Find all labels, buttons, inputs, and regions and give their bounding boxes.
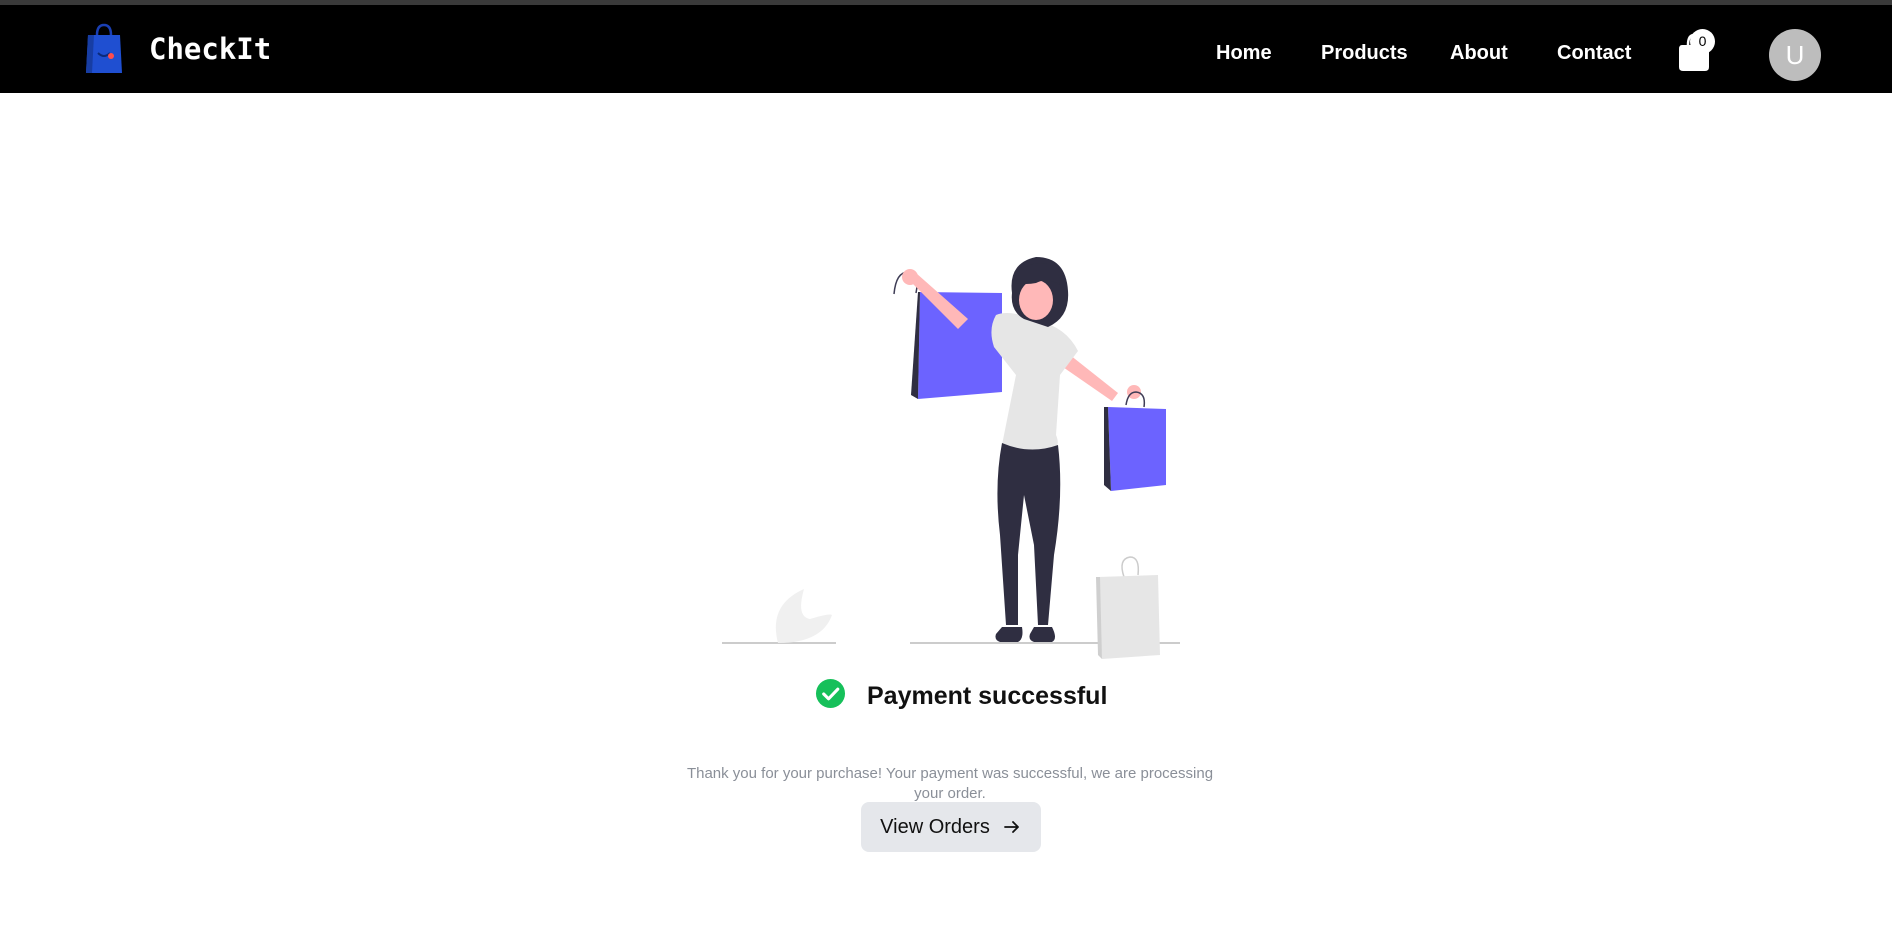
nav-home[interactable]: Home [1216,41,1272,65]
arrow-right-icon [1003,821,1019,833]
view-orders-label: View Orders [880,815,990,838]
shopping-bag-logo-icon[interactable] [84,23,124,75]
navbar: CheckIt Home Products About Contact 0 U [0,5,1892,93]
status-title: Payment successful [867,682,1108,710]
woman-with-shopping-bags-illustration [722,257,1180,659]
nav-about[interactable]: About [1450,41,1508,65]
check-circle-icon [815,678,846,709]
nav-contact[interactable]: Contact [1557,41,1631,65]
confirmation-message: Thank you for your purchase! Your paymen… [686,765,1214,802]
user-avatar[interactable]: U [1769,29,1821,81]
nav-products[interactable]: Products [1321,41,1408,65]
brand-name[interactable]: CheckIt [149,32,271,66]
cart-count-badge: 0 [1690,29,1715,54]
view-orders-button[interactable]: View Orders [861,802,1041,852]
